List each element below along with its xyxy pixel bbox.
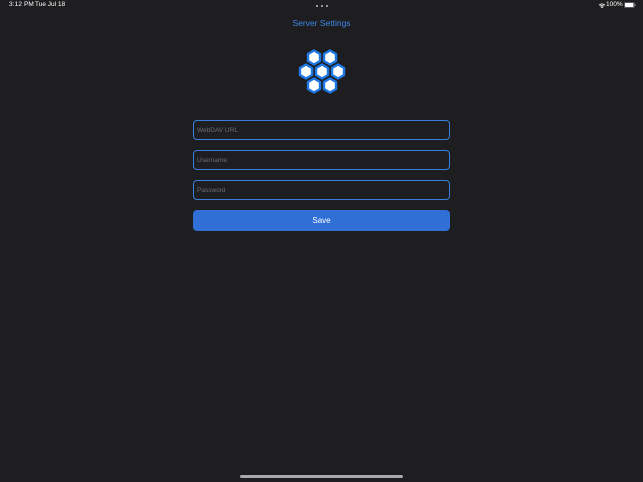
save-button[interactable]: Save xyxy=(193,210,450,231)
battery-percentage: 100% xyxy=(606,1,623,8)
status-time: 3:12 PM xyxy=(9,1,34,8)
username-field[interactable] xyxy=(193,150,450,170)
status-date: Tue Jul 18 xyxy=(35,1,66,8)
multitasking-dots-icon[interactable] xyxy=(316,4,328,8)
home-indicator[interactable] xyxy=(240,475,403,478)
password-field[interactable] xyxy=(193,180,450,200)
page-title: Server Settings xyxy=(292,18,351,28)
hexagon-cluster-icon xyxy=(298,49,346,94)
battery-icon xyxy=(624,2,636,8)
webdav-url-field[interactable] xyxy=(193,120,450,140)
wifi-icon xyxy=(598,3,606,9)
server-settings-screen: 3:12 PM Tue Jul 18 100% Server Settings … xyxy=(0,0,643,482)
